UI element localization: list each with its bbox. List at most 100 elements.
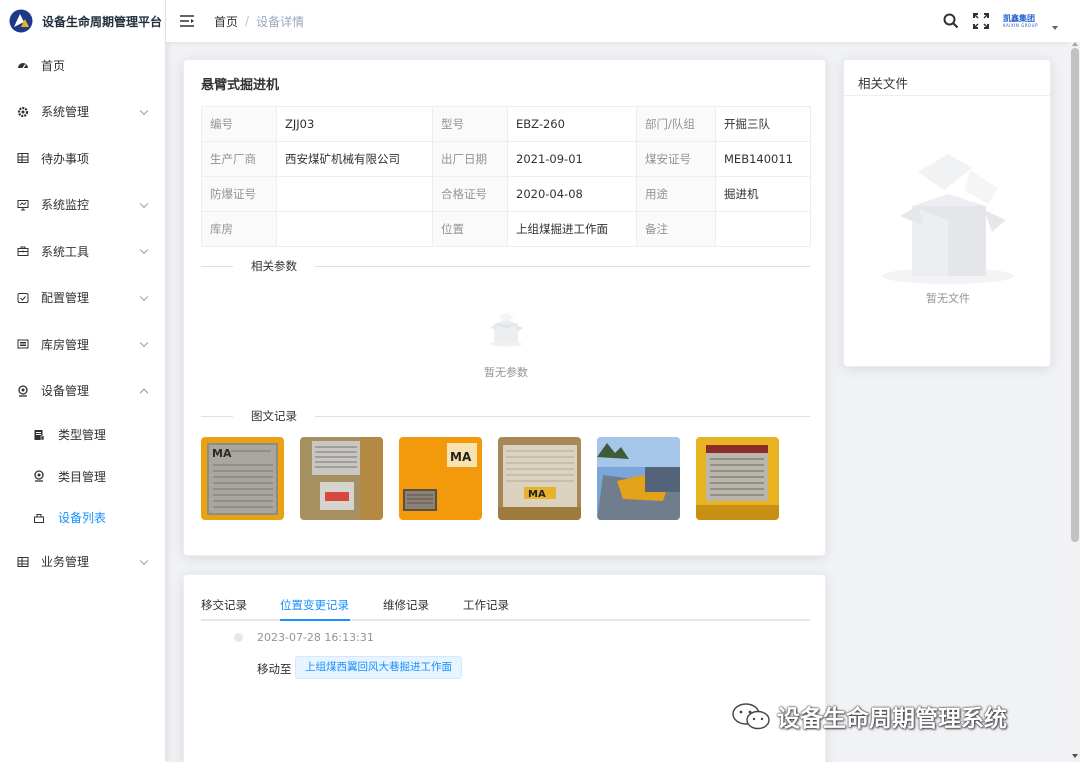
field-label: 部门/队组 [636,106,716,142]
field-label: 用途 [636,176,716,212]
checkbox-icon [17,292,29,304]
photo-thumbnail[interactable] [300,437,383,520]
logo-icon [9,9,33,33]
grid-icon [17,556,29,568]
device-info-table: 编号 ZJJ03 型号 EBZ-260 部门/队组 开掘三队 生产厂商 西安煤矿… [201,106,811,247]
related-files-title: 相关文件 [858,76,909,91]
field-label: 煤安证号 [636,141,716,177]
search-icon[interactable] [943,13,959,29]
params-divider: 相关参数 [201,258,810,274]
sidebar-item-system[interactable]: 系统管理 [0,89,165,136]
field-value: 开掘三队 [715,106,811,142]
photos-heading: 图文记录 [233,408,315,424]
sidebar-item-equipment[interactable]: 设备管理 [0,368,165,415]
sidebar-item-home[interactable]: 首页 [0,42,165,89]
webcam-icon [33,470,45,482]
location-tag[interactable]: 上组煤西翼回风大巷掘进工作面 [295,656,462,679]
watermark-text: 设备生命周期管理系统 [777,706,1007,732]
breadcrumb-separator: / [245,14,250,28]
field-label: 合格证号 [432,176,508,212]
brand-logo[interactable]: 凯鑫集团 KAIXIN GROUP [1003,14,1038,28]
tab-work[interactable]: 工作记录 [463,597,509,621]
chevron-down-icon [139,199,149,208]
table-row: 编号 ZJJ03 型号 EBZ-260 部门/队组 开掘三队 [201,106,811,142]
chevron-up-icon [139,388,149,397]
server-icon [33,429,45,441]
timeline-dot [234,633,243,642]
caret-down-icon[interactable] [1052,26,1058,30]
sidebar-item-todo[interactable]: 待办事项 [0,135,165,182]
brand-name: 凯鑫集团 [1002,14,1035,23]
photo-thumbnail[interactable]: MA [498,437,581,520]
photo-thumbnail[interactable] [597,437,680,520]
toolbox-icon [17,245,29,257]
sidebar-item-label: 库房管理 [41,337,90,352]
field-value: 掘进机 [715,176,811,212]
sidebar-item-label: 配置管理 [41,291,90,306]
sidebar-item-tools[interactable]: 系统工具 [0,228,165,275]
sidebar-item-config[interactable]: 配置管理 [0,275,165,322]
chevron-down-icon [139,292,149,301]
sidebar-item-label: 首页 [41,58,66,73]
app-title: 设备生命周期管理平台 [42,14,163,29]
field-label: 位置 [432,211,508,247]
svg-text:MA: MA [528,489,546,500]
sidebar-subitem-type[interactable]: 类型管理 [0,414,165,456]
field-label: 库房 [201,211,277,247]
sidebar-subitem-category[interactable]: 类目管理 [0,456,165,498]
field-value: 上组煤掘进工作面 [507,211,637,247]
sidebar-item-monitor[interactable]: 系统监控 [0,182,165,229]
chevron-down-icon [139,245,149,255]
field-value: 西安煤矿机械有限公司 [276,141,433,177]
active-tab-indicator [280,619,350,621]
fullscreen-icon[interactable] [972,13,989,29]
sidebar-item-storage[interactable]: 库房管理 [0,321,165,368]
field-label: 编号 [201,106,277,142]
page-scrollbar[interactable] [1070,42,1080,762]
sidebar-item-label: 设备管理 [41,384,90,399]
scroll-up-icon[interactable] [1072,42,1078,46]
monitor-icon [17,199,29,211]
field-label: 型号 [432,106,508,142]
table-row: 库房 位置 上组煤掘进工作面 备注 [201,211,811,247]
empty-box-icon [490,313,523,347]
device-title: 悬臂式掘进机 [201,78,280,93]
photo-thumbnail[interactable]: MA [399,437,482,520]
empty-box-icon [882,154,1014,284]
hamburger-icon[interactable] [180,15,194,27]
field-label: 防爆证号 [201,176,277,212]
photo-thumbnail[interactable]: MA [201,437,284,520]
field-value [276,211,433,247]
tab-location-change[interactable]: 位置变更记录 [280,597,349,621]
app-root: 设备生命周期管理平台 首页 系统管理 待办事项 系统监控 系统工具 配置管理 库… [0,0,1080,762]
scrollbar-thumb[interactable] [1071,48,1079,542]
logo[interactable]: 设备生命周期管理平台 [0,0,165,42]
field-value: ZJJ03 [276,106,433,142]
field-value: EBZ-260 [507,106,637,142]
sidebar: 设备生命周期管理平台 首页 系统管理 待办事项 系统监控 系统工具 配置管理 库… [0,0,166,762]
breadcrumb-home[interactable]: 首页 [214,13,238,30]
scroll-down-icon[interactable] [1072,754,1078,758]
params-heading: 相关参数 [233,258,315,274]
chevron-down-icon [139,106,149,115]
sidebar-item-label: 系统监控 [41,198,90,213]
gear-icon [17,106,29,118]
tab-handover[interactable]: 移交记录 [201,597,247,621]
camera-icon [17,385,29,397]
field-value: 2020-04-08 [507,176,637,212]
sidebar-item-label: 系统工具 [41,244,90,259]
timeline-timestamp: 2023-07-28 16:13:31 [257,631,374,644]
dashboard-icon [17,59,29,71]
svg-text:MA: MA [212,447,232,460]
related-files-card: 相关文件 暂无文件 [843,59,1051,367]
tab-maintenance[interactable]: 维修记录 [383,597,429,621]
header-actions: 凯鑫集团 KAIXIN GROUP [943,0,1080,42]
table-row: 生产厂商 西安煤矿机械有限公司 出厂日期 2021-09-01 煤安证号 MEB… [201,141,811,177]
sidebar-subitem-device-list[interactable]: 设备列表 [0,497,165,539]
photo-thumbnail[interactable] [696,437,779,520]
field-label: 出厂日期 [432,141,508,177]
sidebar-item-business[interactable]: 业务管理 [0,539,165,586]
sidebar-item-label: 系统管理 [41,105,90,120]
sidebar-subitem-label: 类目管理 [58,469,107,484]
breadcrumb: 首页 / 设备详情 [214,13,304,30]
